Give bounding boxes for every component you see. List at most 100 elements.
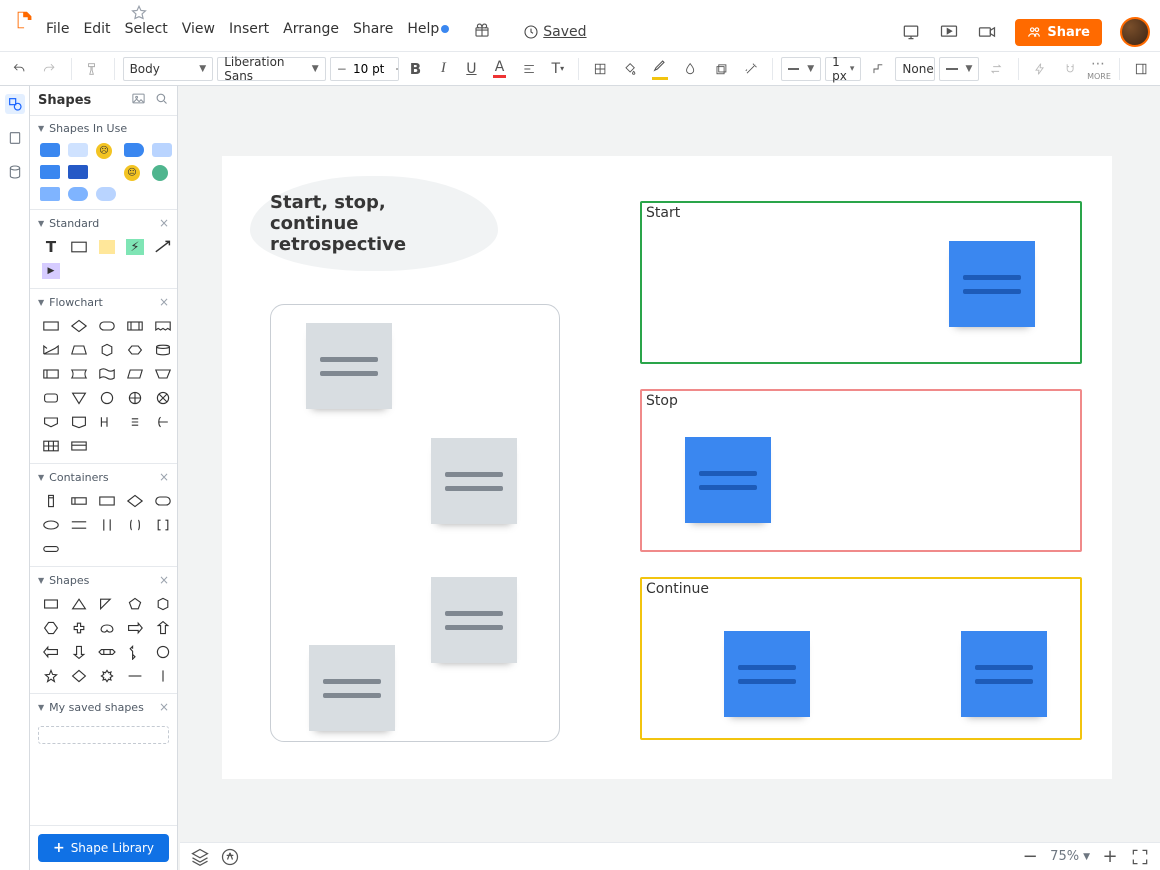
saved-status[interactable]: Saved (523, 21, 586, 43)
magnet-button[interactable] (1057, 57, 1083, 81)
sh-shape[interactable] (68, 595, 90, 613)
swap-arrows-button[interactable] (983, 57, 1009, 81)
swatch[interactable] (68, 143, 88, 157)
menu-share[interactable]: Share (353, 21, 393, 43)
ct-shape[interactable] (124, 492, 146, 510)
panel-search-icon[interactable] (154, 91, 169, 110)
sh-shape[interactable] (68, 643, 90, 661)
text-color-button[interactable]: A (487, 57, 511, 81)
magic-button[interactable] (738, 57, 764, 81)
fc-shape[interactable] (152, 365, 174, 383)
sh-shape[interactable] (68, 667, 90, 685)
shape-arrow[interactable] (152, 238, 174, 256)
fc-shape[interactable] (40, 365, 62, 383)
swatch[interactable] (40, 187, 60, 201)
fc-shape[interactable] (68, 437, 90, 455)
fc-shape[interactable] (96, 365, 118, 383)
ct-shape[interactable] (96, 516, 118, 534)
sticky-note-grey[interactable] (431, 577, 517, 663)
canvas-area[interactable]: Start, stop, continue retrospective Star… (178, 86, 1160, 870)
sh-shape[interactable] (96, 619, 118, 637)
ct-shape[interactable] (68, 492, 90, 510)
swatch[interactable]: ☹ (96, 143, 112, 159)
ct-shape[interactable] (68, 516, 90, 534)
fc-shape[interactable] (124, 413, 146, 431)
text-format-button[interactable]: T▾ (546, 57, 570, 81)
arrow-start-dropdown[interactable]: None▼ (895, 57, 935, 81)
fc-shape[interactable] (124, 341, 146, 359)
app-logo[interactable] (14, 9, 36, 31)
fc-shape[interactable] (40, 341, 62, 359)
menu-help[interactable]: Help (407, 21, 449, 43)
line-route-button[interactable] (865, 57, 891, 81)
fc-shape[interactable] (152, 317, 174, 335)
menu-file[interactable]: File (46, 21, 69, 43)
fc-shape[interactable] (68, 413, 90, 431)
menu-insert[interactable]: Insert (229, 21, 269, 43)
menu-edit[interactable]: Edit (83, 21, 110, 43)
arrow-end-dropdown[interactable]: ▼ (939, 57, 979, 81)
shape-rect[interactable] (68, 238, 90, 256)
sh-shape[interactable] (40, 667, 62, 685)
fc-shape[interactable] (96, 341, 118, 359)
swatch[interactable] (40, 143, 60, 157)
font-size-decrease[interactable]: − (331, 58, 349, 80)
rail-data-icon[interactable] (5, 162, 25, 182)
section-standard[interactable]: ▼Standard× (30, 209, 177, 236)
ct-shape[interactable] (40, 492, 62, 510)
sticky-pool[interactable] (270, 304, 560, 742)
sh-shape[interactable] (68, 619, 90, 637)
fc-shape[interactable] (68, 365, 90, 383)
line-width-dropdown[interactable]: 1 px▾ (825, 57, 861, 81)
section-shapes[interactable]: ▼Shapes× (30, 566, 177, 593)
bold-button[interactable]: B (403, 57, 427, 81)
fc-shape[interactable] (124, 389, 146, 407)
fc-shape[interactable] (152, 389, 174, 407)
fc-shape[interactable] (152, 413, 174, 431)
opacity-button[interactable] (677, 57, 703, 81)
section-my-saved[interactable]: ▼My saved shapes× (30, 693, 177, 720)
sticky-note-blue[interactable] (724, 631, 810, 717)
play-slideshow-icon[interactable] (939, 22, 959, 42)
panel-image-icon[interactable] (131, 91, 146, 110)
sh-shape[interactable] (124, 667, 146, 685)
sticky-note-grey[interactable] (431, 438, 517, 524)
canvas-paper[interactable]: Start, stop, continue retrospective Star… (222, 156, 1112, 779)
underline-button[interactable]: U (459, 57, 483, 81)
font-size-increase[interactable]: + (389, 58, 400, 80)
sticky-note-grey[interactable] (306, 323, 392, 409)
ct-shape[interactable] (152, 492, 174, 510)
share-button[interactable]: Share (1015, 19, 1102, 46)
video-icon[interactable] (977, 22, 997, 42)
sh-shape[interactable] (124, 643, 146, 661)
redo-button[interactable] (36, 57, 62, 81)
user-avatar[interactable] (1120, 17, 1150, 47)
swatch[interactable] (68, 165, 88, 179)
fc-shape[interactable] (68, 341, 90, 359)
swatch[interactable] (124, 143, 144, 157)
sticky-note-blue[interactable] (961, 631, 1047, 717)
ct-shape[interactable] (152, 516, 174, 534)
sh-shape[interactable] (96, 667, 118, 685)
font-size-input[interactable] (349, 58, 389, 80)
layers-icon[interactable] (190, 847, 210, 867)
zoom-out-button[interactable]: − (1020, 847, 1040, 867)
shape-bolt[interactable]: ⚡ (124, 238, 146, 256)
fc-shape[interactable] (96, 413, 118, 431)
right-panel-toggle[interactable] (1128, 57, 1154, 81)
sh-shape[interactable] (152, 619, 174, 637)
menu-view[interactable]: View (182, 21, 215, 43)
fc-shape[interactable] (96, 317, 118, 335)
sh-shape[interactable] (40, 643, 62, 661)
bolt-button[interactable] (1027, 57, 1053, 81)
highlight-button[interactable] (647, 57, 673, 81)
rail-page-icon[interactable] (5, 128, 25, 148)
sh-shape[interactable] (124, 595, 146, 613)
gift-icon[interactable] (473, 21, 491, 43)
undo-button[interactable] (6, 57, 32, 81)
sh-shape[interactable] (96, 595, 118, 613)
ct-shape[interactable] (40, 540, 62, 558)
swatch[interactable]: 😐 (124, 165, 140, 181)
swatch[interactable] (68, 187, 88, 201)
zoom-in-button[interactable]: + (1100, 847, 1120, 867)
